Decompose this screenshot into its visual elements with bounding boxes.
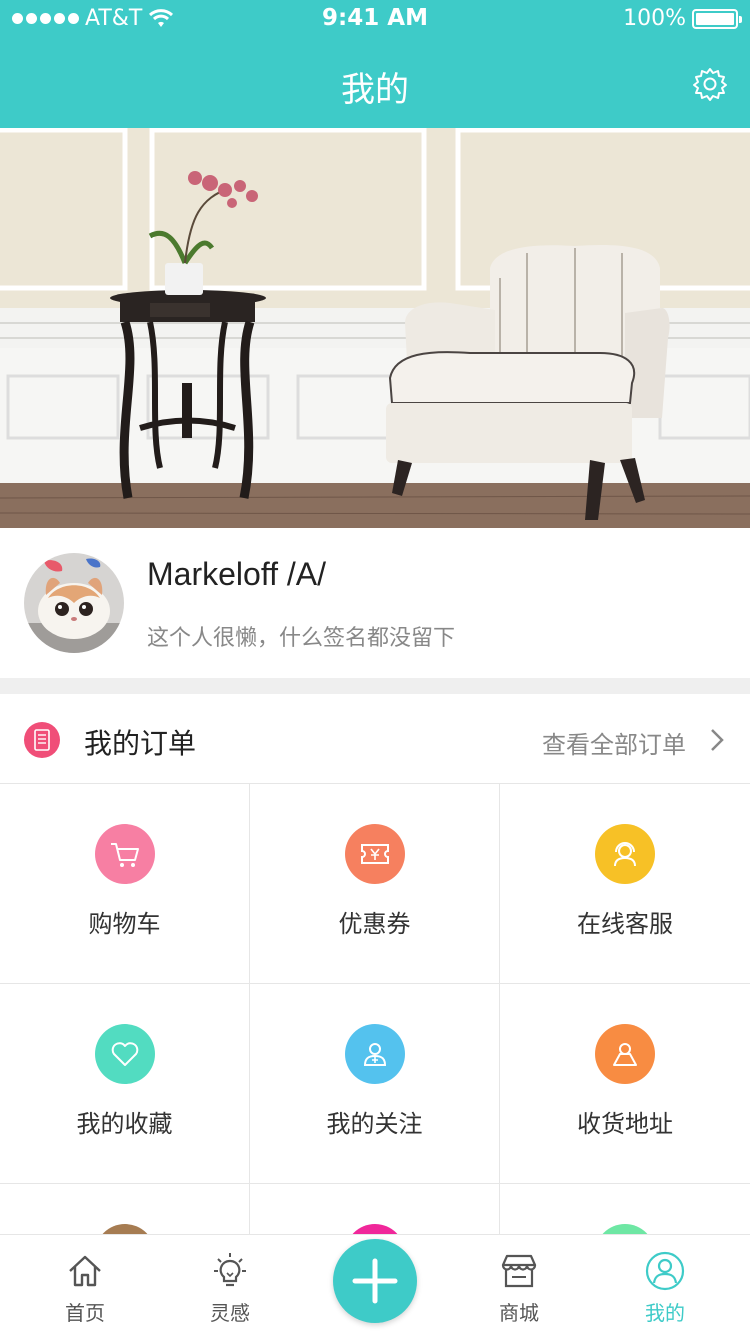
grid-item-following[interactable]: 我的关注 xyxy=(250,984,500,1184)
shopping-cart-icon xyxy=(95,824,155,884)
plus-icon xyxy=(352,1258,398,1304)
avatar[interactable] xyxy=(24,553,124,653)
my-orders-title: 我的订单 xyxy=(84,727,197,760)
hero-banner-image xyxy=(0,128,750,528)
more-icon xyxy=(345,1224,405,1234)
grid-label: 在线客服 xyxy=(577,910,673,938)
section-divider xyxy=(0,678,750,694)
home-icon xyxy=(69,1255,101,1287)
grid-label: 优惠券 xyxy=(338,910,411,938)
coupon-icon xyxy=(345,824,405,884)
feature-grid: 购物车 优惠券 在线客服 我的收藏 我的关注 收货地址 xyxy=(0,784,750,1234)
tab-label: 我的 xyxy=(645,1301,685,1325)
tab-label: 首页 xyxy=(65,1301,105,1325)
tab-home[interactable]: 首页 xyxy=(25,1235,145,1334)
grid-label: 我的收藏 xyxy=(76,1110,173,1138)
grid-item-favorites[interactable]: 我的收藏 xyxy=(0,984,250,1184)
signature-text: 这个人很懒，什么签名都没留下 xyxy=(147,626,456,651)
status-bar: AT&T 9:41 AM 100% xyxy=(0,0,750,40)
battery: 100% xyxy=(623,6,742,31)
address-icon xyxy=(595,1024,655,1084)
tab-label: 商城 xyxy=(499,1301,539,1325)
profile-section[interactable]: Markeloff /A/ 这个人很懒，什么签名都没留下 xyxy=(0,528,750,678)
lightbulb-icon xyxy=(214,1253,246,1287)
tab-bar: 首页 灵感 商城 我的 xyxy=(0,1234,750,1334)
customer-service-icon xyxy=(595,824,655,884)
order-list-icon xyxy=(24,722,60,758)
user-icon xyxy=(645,1251,685,1291)
chevron-right-icon[interactable] xyxy=(706,726,728,754)
more-icon xyxy=(95,1224,155,1234)
battery-label: 100% xyxy=(623,6,686,31)
more-icon xyxy=(595,1224,655,1234)
tab-label: 灵感 xyxy=(210,1301,250,1325)
grid-item-coupon[interactable]: 优惠券 xyxy=(250,784,500,984)
battery-icon xyxy=(692,8,742,29)
store-icon xyxy=(501,1254,537,1288)
top-bar: AT&T 9:41 AM 100% 我的 xyxy=(0,0,750,128)
page-title: 我的 xyxy=(341,70,409,110)
grid-item-customer-service[interactable]: 在线客服 xyxy=(500,784,750,984)
grid-item-cart[interactable]: 购物车 xyxy=(0,784,250,984)
grid-label: 我的关注 xyxy=(326,1110,423,1138)
tab-inspiration[interactable]: 灵感 xyxy=(170,1235,290,1334)
heart-icon xyxy=(95,1024,155,1084)
grid-item-more-1[interactable] xyxy=(0,1184,250,1234)
view-all-orders-link[interactable]: 查看全部订单 xyxy=(542,725,686,760)
add-button[interactable] xyxy=(333,1239,417,1323)
grid-label: 收货地址 xyxy=(577,1110,673,1138)
grid-item-more-3[interactable] xyxy=(500,1184,750,1234)
follow-user-icon xyxy=(345,1024,405,1084)
grid-label: 购物车 xyxy=(88,910,161,938)
tab-mine[interactable]: 我的 xyxy=(605,1235,725,1334)
grid-item-address[interactable]: 收货地址 xyxy=(500,984,750,1184)
gear-icon[interactable] xyxy=(692,66,728,102)
grid-item-more-2[interactable] xyxy=(250,1184,500,1234)
username: Markeloff /A/ xyxy=(147,556,327,592)
tab-store[interactable]: 商城 xyxy=(459,1235,579,1334)
my-orders-row[interactable]: 我的订单 查看全部订单 xyxy=(0,694,750,784)
